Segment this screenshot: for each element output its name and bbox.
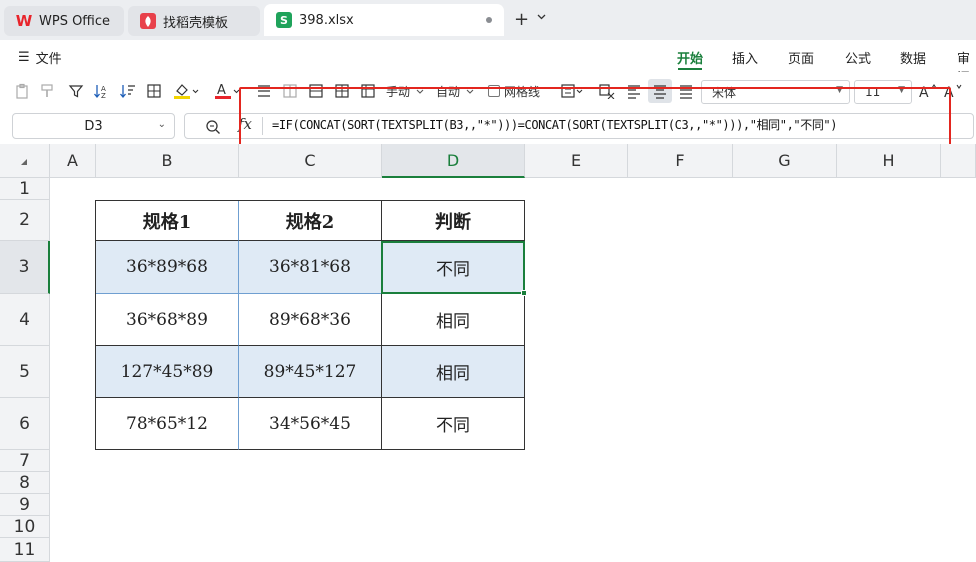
menu-row: ☰ 文件 开始 插入 页面 公式 数据 审阅 bbox=[0, 40, 976, 86]
table-cell[interactable]: 89*68*36 bbox=[239, 294, 382, 346]
ribbon-tab-insert[interactable]: 插入 bbox=[732, 48, 758, 67]
table-cell[interactable]: 相同 bbox=[382, 346, 525, 398]
tab-label: WPS Office bbox=[39, 13, 111, 29]
table-cell[interactable]: 不同 bbox=[382, 241, 525, 294]
ribbon-tab-page[interactable]: 页面 bbox=[788, 48, 814, 67]
row-header-9[interactable]: 9 bbox=[0, 494, 50, 516]
row-header-4[interactable]: 4 bbox=[0, 294, 50, 346]
row-header-10[interactable]: 10 bbox=[0, 516, 50, 538]
select-all-triangle-icon bbox=[21, 159, 27, 165]
select-all-corner[interactable] bbox=[0, 144, 50, 178]
table-cell[interactable]: 36*81*68 bbox=[239, 241, 382, 294]
wps-logo-icon: W bbox=[15, 12, 33, 30]
fill-color-icon[interactable] bbox=[173, 81, 199, 101]
file-menu-label: 文件 bbox=[35, 52, 62, 67]
table-cell[interactable]: 不同 bbox=[382, 398, 525, 450]
ribbon-tab-home[interactable]: 开始 bbox=[677, 48, 703, 70]
column-header-b[interactable]: B bbox=[96, 144, 239, 178]
row-header-6[interactable]: 6 bbox=[0, 398, 50, 450]
table-header-cell[interactable]: 规格1 bbox=[96, 201, 239, 241]
row-header-1[interactable]: 1 bbox=[0, 178, 50, 200]
zoom-icon[interactable] bbox=[205, 119, 221, 138]
row-header-8[interactable]: 8 bbox=[0, 472, 50, 494]
spreadsheet-s-icon: S bbox=[276, 12, 292, 28]
table-cell[interactable]: 36*68*89 bbox=[96, 294, 239, 346]
cell-reference: D3 bbox=[84, 118, 103, 134]
format-painter-icon[interactable] bbox=[40, 81, 56, 101]
tab-bar: W WPS Office 找稻壳模板 S 398.xlsx + bbox=[0, 0, 976, 40]
sort-descending-icon[interactable] bbox=[119, 81, 137, 101]
sort-ascending-icon[interactable]: AZ bbox=[93, 81, 111, 101]
column-header-h[interactable]: H bbox=[837, 144, 941, 178]
table-cell[interactable]: 36*89*68 bbox=[96, 241, 239, 294]
name-box[interactable]: D3 ⌄ bbox=[12, 113, 175, 139]
filter-icon[interactable] bbox=[68, 81, 84, 101]
tab-label: 398.xlsx bbox=[299, 12, 354, 28]
table-cell[interactable]: 相同 bbox=[382, 294, 525, 346]
row-header-7[interactable]: 7 bbox=[0, 450, 50, 472]
tab-docer-templates[interactable]: 找稻壳模板 bbox=[128, 6, 260, 36]
highlight-annotation bbox=[239, 87, 951, 150]
tab-398-xlsx[interactable]: S 398.xlsx bbox=[264, 4, 504, 36]
chevron-down-icon[interactable]: ⌄ bbox=[158, 119, 166, 130]
column-header-i[interactable] bbox=[941, 144, 976, 178]
fill-handle[interactable] bbox=[521, 290, 527, 296]
font-color-icon[interactable]: A bbox=[214, 81, 240, 101]
column-header-d[interactable]: D bbox=[382, 144, 525, 178]
table-cell[interactable]: 89*45*127 bbox=[239, 346, 382, 398]
borders-icon[interactable] bbox=[146, 81, 162, 101]
row-header-2[interactable]: 2 bbox=[0, 200, 50, 241]
tab-label: 找稻壳模板 bbox=[163, 15, 229, 31]
row-header-3[interactable]: 3 bbox=[0, 241, 50, 294]
new-tab-plus-icon[interactable]: + bbox=[514, 9, 529, 30]
column-header-a[interactable]: A bbox=[50, 144, 96, 178]
table-cell[interactable]: 127*45*89 bbox=[96, 346, 239, 398]
row-header-5[interactable]: 5 bbox=[0, 346, 50, 398]
ribbon-tab-formula[interactable]: 公式 bbox=[845, 48, 871, 67]
column-header-g[interactable]: G bbox=[733, 144, 837, 178]
column-header-f[interactable]: F bbox=[628, 144, 733, 178]
row-header-11[interactable]: 11 bbox=[0, 538, 50, 562]
tab-wps-office[interactable]: W WPS Office bbox=[4, 6, 124, 36]
table-cell[interactable]: 34*56*45 bbox=[239, 398, 382, 450]
paste-icon[interactable] bbox=[14, 81, 30, 101]
ribbon-tab-data[interactable]: 数据 bbox=[900, 48, 926, 67]
file-menu[interactable]: ☰ 文件 bbox=[18, 48, 62, 67]
hamburger-icon: ☰ bbox=[18, 50, 30, 65]
column-header-e[interactable]: E bbox=[525, 144, 628, 178]
svg-text:A: A bbox=[217, 83, 226, 98]
tab-list-chevron-icon[interactable] bbox=[537, 13, 546, 23]
unsaved-dot-icon[interactable] bbox=[486, 17, 492, 23]
table-cell[interactable]: 78*65*12 bbox=[96, 398, 239, 450]
table-header-cell[interactable]: 规格2 bbox=[239, 201, 382, 241]
table-header-cell[interactable]: 判断 bbox=[382, 201, 525, 241]
docer-logo-icon bbox=[140, 13, 156, 29]
svg-text:Z: Z bbox=[101, 92, 106, 99]
column-header-c[interactable]: C bbox=[239, 144, 382, 178]
